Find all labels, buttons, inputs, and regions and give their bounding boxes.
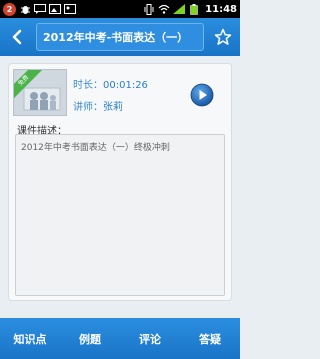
duration-row: 时长：00:01:26 [73, 76, 148, 91]
favorite-button[interactable] [206, 18, 240, 56]
star-icon [214, 28, 232, 45]
tab-knowledge-points[interactable]: 知识点 [0, 318, 60, 359]
tab-qa[interactable]: 答疑 [180, 318, 240, 359]
status-time: 11:48 [205, 3, 237, 15]
status-bar: 2 11:48 [0, 0, 240, 18]
teacher-label: 讲师： [73, 102, 103, 113]
bottom-tab-bar: 知识点 例题 评论 答疑 [0, 318, 240, 359]
page-title: 2012年中考-书面表达（一） [36, 23, 204, 51]
bug-icon [19, 4, 31, 15]
play-button[interactable] [190, 83, 214, 107]
message-icon [34, 4, 46, 15]
duration-value: 00:01:26 [103, 80, 148, 91]
title-bar: 2012年中考-书面表达（一） [0, 18, 240, 56]
description-box: 2012年中考书面表达（一）终极冲刺 [15, 134, 225, 296]
notification-badge: 2 [3, 2, 16, 16]
battery-icon [188, 3, 200, 15]
back-button[interactable] [0, 18, 34, 56]
signal-icon [173, 4, 186, 15]
play-icon [190, 83, 214, 107]
teacher-row: 讲师：张莉 [73, 98, 123, 113]
image-icon [49, 4, 61, 15]
description-text: 2012年中考书面表达（一）终极冲刺 [21, 143, 170, 153]
vibrate-icon [143, 3, 155, 15]
teacher-value: 张莉 [103, 102, 123, 113]
tab-examples[interactable]: 例题 [60, 318, 120, 359]
course-info-card: 免费 时长：00:01:26 讲师：张莉 课件描述： 2012年中考书面表达（一… [8, 63, 232, 301]
photo-icon [64, 4, 76, 15]
duration-label: 时长： [73, 80, 103, 91]
tab-comments[interactable]: 评论 [120, 318, 180, 359]
course-thumbnail: 免费 [13, 69, 67, 116]
wifi-icon [158, 4, 170, 15]
chevron-left-icon [12, 29, 22, 45]
